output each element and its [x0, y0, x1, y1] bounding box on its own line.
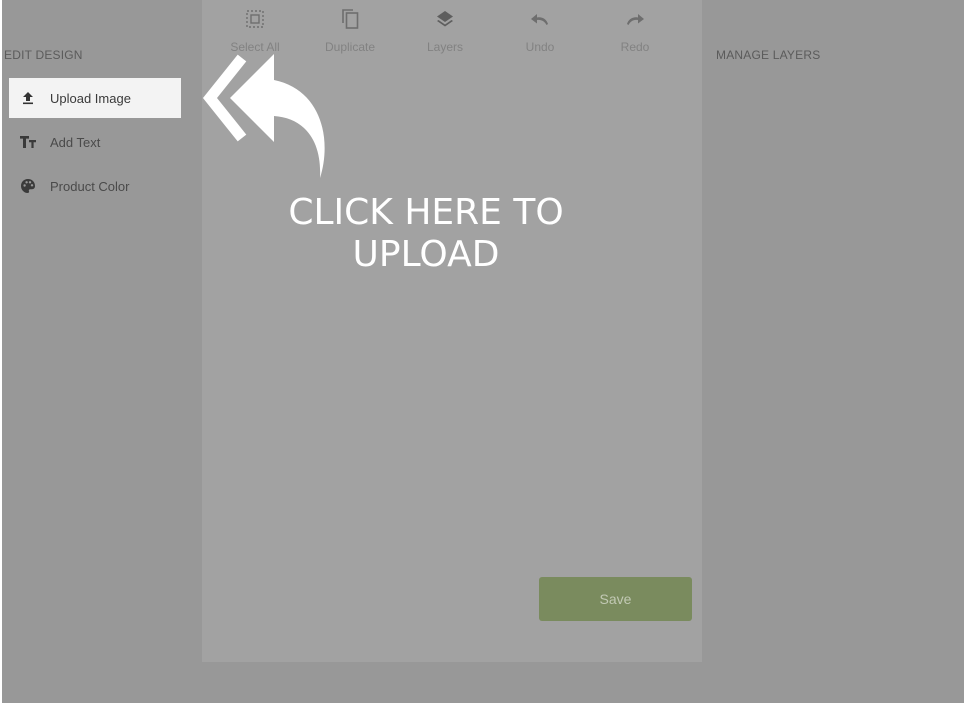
redo-button[interactable]: Redo: [590, 6, 680, 54]
product-color-label: Product Color: [50, 178, 130, 194]
palette-icon: [19, 177, 37, 195]
undo-label: Undo: [525, 40, 555, 54]
redo-icon: [622, 6, 648, 32]
layers-label: Layers: [426, 40, 464, 54]
text-size-icon: [19, 133, 37, 151]
add-text-button[interactable]: Add Text: [9, 122, 181, 162]
layers-button[interactable]: Layers: [400, 6, 490, 54]
select-all-icon: [242, 6, 268, 32]
upload-hint-text: CLICK HERE TO UPLOAD: [236, 192, 616, 276]
upload-image-button[interactable]: Upload Image: [9, 78, 181, 118]
select-all-button[interactable]: Select All: [210, 6, 300, 54]
upload-hint-line-2: UPLOAD: [352, 234, 500, 275]
upload-image-label: Upload Image: [50, 90, 131, 106]
duplicate-button[interactable]: Duplicate: [305, 6, 395, 54]
edit-design-menu: Upload Image Add Text Product Color: [9, 78, 181, 210]
layers-icon: [432, 6, 458, 32]
save-button[interactable]: Save: [539, 577, 692, 621]
duplicate-icon: [337, 6, 363, 32]
manage-layers-title: MANAGE LAYERS: [716, 48, 821, 62]
redo-label: Redo: [620, 40, 650, 54]
curved-back-arrow-icon: [202, 54, 325, 178]
upload-hint-line-1: CLICK HERE TO: [288, 192, 564, 233]
product-color-button[interactable]: Product Color: [9, 166, 181, 206]
undo-button[interactable]: Undo: [495, 6, 585, 54]
edit-design-title: EDIT DESIGN: [4, 48, 83, 62]
upload-icon: [19, 89, 37, 107]
undo-icon: [527, 6, 553, 32]
add-text-label: Add Text: [50, 134, 101, 150]
